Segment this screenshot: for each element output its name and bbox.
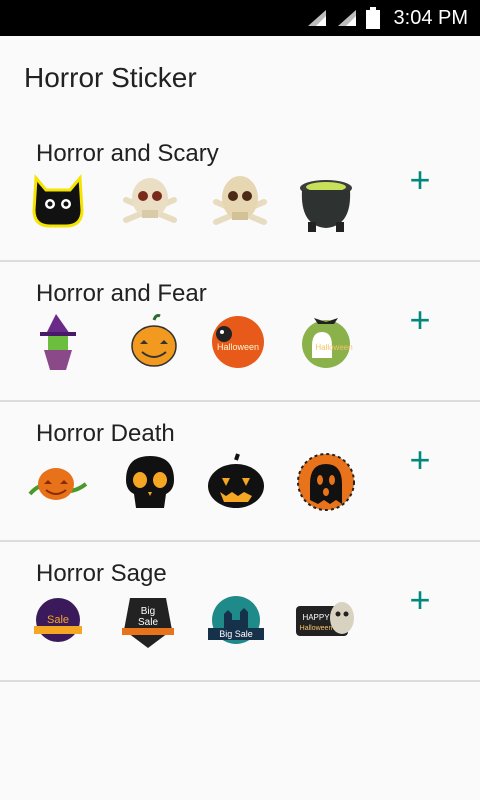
svg-text:HAPPY: HAPPY xyxy=(302,613,330,622)
signal-icon xyxy=(307,10,326,26)
svg-text:Big Sale: Big Sale xyxy=(219,629,253,639)
svg-text:Halloween: Halloween xyxy=(300,625,333,632)
pack-name: Horror Sage xyxy=(36,560,167,587)
add-to-whatsapp-button[interactable]: + xyxy=(400,580,440,620)
sticker-row xyxy=(26,170,366,240)
signal-icon xyxy=(337,10,356,26)
halloween-sale-badge-sticker: Sale xyxy=(26,590,90,654)
pack-horror-and-scary[interactable]: Horror and Scary + xyxy=(0,122,480,262)
add-to-whatsapp-button[interactable]: + xyxy=(400,440,440,480)
big-sale-castle-sticker: Big Sale xyxy=(204,590,268,654)
add-to-whatsapp-button[interactable]: + xyxy=(400,300,440,340)
status-bar: 3:04 PM xyxy=(0,0,480,36)
svg-text:Sale: Sale xyxy=(47,614,69,626)
pack-name: Horror and Fear xyxy=(36,280,207,307)
happy-halloween-ghost-badge-sticker: HAPPY Halloween xyxy=(294,590,358,654)
cauldron-sticker xyxy=(294,170,358,234)
svg-text:Halloween: Halloween xyxy=(217,342,259,352)
orange-ghost-sticker xyxy=(294,450,358,514)
skull-crossbones-sticker xyxy=(118,170,182,234)
pack-horror-sage[interactable]: Horror Sage Sale Big Sale Big Sale HAPPY H… xyxy=(0,542,480,682)
witch-sticker xyxy=(26,310,90,374)
add-to-whatsapp-button[interactable]: + xyxy=(400,160,440,200)
pack-horror-and-fear[interactable]: Horror and Fear Halloween Halloween + xyxy=(0,262,480,402)
skull-crossbones-sticker xyxy=(208,170,272,234)
big-sale-sign-sticker: Big Sale xyxy=(116,590,180,654)
clock: 3:04 PM xyxy=(393,6,468,29)
battery-icon xyxy=(365,7,380,29)
sticker-row xyxy=(26,450,366,520)
pumpkin-vine-sticker xyxy=(26,450,90,514)
svg-text:Big: Big xyxy=(141,606,155,617)
pumpkin-sticker xyxy=(122,310,186,374)
black-skull-sticker xyxy=(118,450,182,514)
sticker-row: Halloween Halloween xyxy=(26,310,366,380)
svg-text:Halloween: Halloween xyxy=(315,343,352,352)
pack-name: Horror and Scary xyxy=(36,140,219,167)
app-title: Horror Sticker xyxy=(24,62,197,93)
happy-halloween-sticker: Halloween xyxy=(204,310,268,374)
sticker-row: Sale Big Sale Big Sale HAPPY Halloween xyxy=(26,590,366,660)
svg-text:Sale: Sale xyxy=(138,617,158,628)
jack-o-lantern-sticker xyxy=(204,450,268,514)
pack-name: Horror Death xyxy=(36,420,175,447)
pack-horror-death[interactable]: Horror Death + xyxy=(0,402,480,542)
black-cat-sticker xyxy=(26,170,90,234)
happy-halloween-ghost-sticker: Halloween xyxy=(294,310,358,374)
